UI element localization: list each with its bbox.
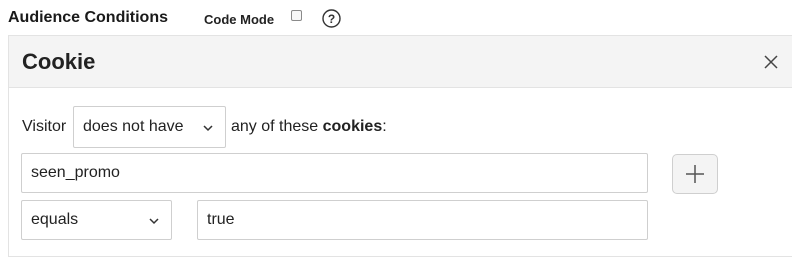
operator-select-value: equals — [31, 211, 79, 228]
colon: : — [382, 118, 387, 135]
add-cookie-button[interactable] — [672, 154, 718, 194]
section-title: Audience Conditions — [8, 9, 168, 26]
any-of-text: any of these — [231, 118, 323, 135]
code-mode-checkbox[interactable] — [291, 10, 302, 21]
question-circle-icon[interactable]: ? — [322, 9, 341, 28]
close-icon[interactable] — [762, 53, 780, 71]
visitor-condition-row: Visitor does not have any of these cooki… — [9, 106, 789, 148]
audience-conditions-bar: Audience Conditions Code Mode ? — [0, 0, 792, 34]
panel-title: Cookie — [22, 49, 96, 74]
any-of-cookies-text: any of these cookies: — [231, 118, 387, 136]
has-cookie-select[interactable]: does not have — [73, 106, 226, 148]
cookie-condition-panel: Cookie Visitor does not have any of thes… — [8, 35, 792, 257]
has-cookie-select-value: does not have — [83, 118, 184, 135]
visitor-label: Visitor — [22, 118, 67, 135]
plus-icon — [686, 165, 704, 183]
chevron-down-icon — [149, 218, 159, 225]
panel-header: Cookie — [9, 36, 792, 88]
svg-text:?: ? — [328, 12, 335, 26]
cookies-word: cookies — [322, 118, 383, 135]
code-mode-label: Code Mode — [204, 12, 275, 27]
chevron-down-icon — [203, 125, 213, 132]
operator-select[interactable]: equals — [21, 200, 172, 240]
cookie-name-input[interactable] — [21, 153, 648, 193]
cookie-value-input[interactable] — [197, 200, 648, 240]
